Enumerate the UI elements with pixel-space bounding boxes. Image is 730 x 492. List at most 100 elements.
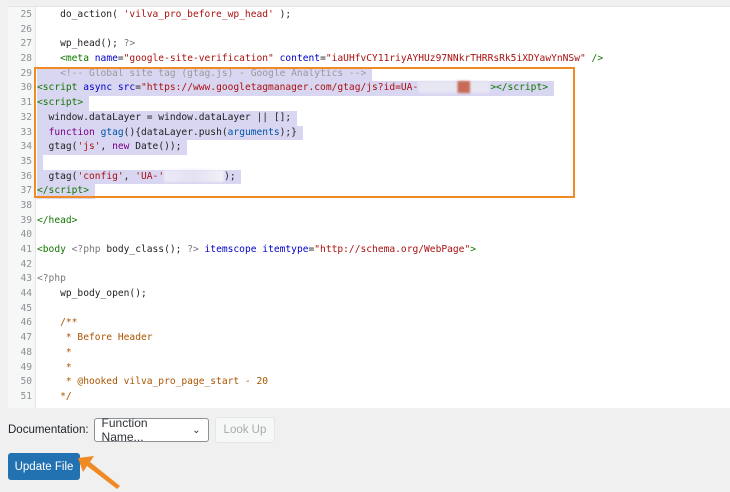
code-token: />: [585, 53, 604, 65]
line-number: 27: [20, 38, 32, 50]
update-file-button[interactable]: Update File: [8, 453, 80, 480]
code-token: /**: [37, 317, 78, 329]
code-line[interactable]: 32 window.dataLayer = window.dataLayer |…: [8, 110, 730, 126]
code-token: 'config': [77, 170, 124, 182]
code-line[interactable]: 42: [8, 258, 730, 273]
code-token: window.dataLayer = window.dataLayer || […: [37, 111, 292, 123]
code-line[interactable]: 37 </script>: [8, 184, 730, 199]
code-text: * @hooked vilva_pro_page_start - 20: [37, 375, 268, 390]
selected-code: [37, 154, 43, 170]
selected-code: window.dataLayer = window.dataLayer || […: [37, 110, 297, 126]
code-line[interactable]: 35: [8, 154, 730, 170]
code-text: do_action( 'vilva_pro_before_wp_head' );: [37, 8, 291, 23]
code-token: "iaUHfvCY11riyAYHUz97NNkrTHRRsRk5iXDYawY…: [325, 53, 586, 65]
line-number: 29: [20, 67, 32, 79]
code-line[interactable]: 39 </head>: [8, 214, 730, 229]
code-token: * @hooked vilva_pro_page_start - 20: [37, 376, 269, 388]
code-token: content: [279, 53, 321, 65]
line-number: 51: [20, 390, 32, 402]
line-number: 47: [20, 332, 32, 344]
code-token: ,: [123, 170, 136, 182]
code-token: <script>: [37, 97, 84, 109]
code-token: */: [37, 390, 72, 402]
code-text: wp_body_open();: [37, 287, 147, 302]
code-token: *: [37, 346, 72, 358]
code-text: * Before Header: [37, 331, 153, 346]
line-number: 34: [20, 141, 32, 153]
code-token: ,: [100, 141, 113, 153]
code-token: ?>: [187, 244, 199, 255]
documentation-label: Documentation:: [8, 424, 89, 436]
code-line[interactable]: 28 <meta name="google-site-verification"…: [8, 52, 730, 67]
code-line[interactable]: 25 do_action( 'vilva_pro_before_wp_head'…: [8, 8, 730, 23]
code-token: 'UA-': [135, 170, 165, 182]
code-token: </script>: [37, 185, 89, 197]
code-line[interactable]: 46 /**: [8, 316, 730, 331]
selected-code: <script>: [37, 96, 89, 111]
line-number: 39: [20, 214, 32, 226]
code-token: <body: [37, 244, 72, 255]
code-line[interactable]: 45: [8, 302, 730, 317]
code-token: wp_body_open();: [37, 288, 147, 300]
code-line[interactable]: 29 <!-- Global site tag (gtag.js) - Goog…: [8, 66, 730, 82]
code-line[interactable]: 50 * @hooked vilva_pro_page_start - 20: [8, 375, 730, 390]
code-token: itemscope itemtype: [204, 244, 309, 255]
selected-code: </script>: [37, 184, 95, 199]
code-token: ?>: [123, 38, 136, 50]
line-number: 32: [20, 111, 32, 123]
code-lines[interactable]: 25 do_action( 'vilva_pro_before_wp_head'…: [8, 8, 730, 405]
code-editor[interactable]: 25 do_action( 'vilva_pro_before_wp_head'…: [8, 6, 730, 408]
code-line[interactable]: 44 wp_body_open();: [8, 287, 730, 302]
code-token: Date());: [129, 141, 182, 153]
code-token: "google-site-verification": [123, 53, 274, 65]
line-number: 49: [20, 361, 32, 373]
code-text: */: [37, 390, 72, 405]
code-token: gtag: [100, 126, 124, 138]
line-number: 35: [20, 155, 32, 167]
code-line[interactable]: 33 function gtag(){dataLayer.push(argume…: [8, 125, 730, 141]
code-token: ></script>: [490, 82, 548, 94]
code-line[interactable]: 27 wp_head(); ?>: [8, 37, 730, 52]
selected-code: gtag('js', new Date());: [37, 140, 188, 155]
code-token: );: [273, 9, 292, 20]
code-token: "https://www.googletagmanager.com/gtag/j…: [140, 82, 419, 94]
code-line[interactable]: 31 <script>: [8, 96, 730, 111]
code-token: );: [224, 170, 236, 182]
code-text: wp_head(); ?>: [37, 37, 135, 52]
code-text: /**: [37, 316, 77, 331]
code-line[interactable]: 47 * Before Header: [8, 331, 730, 346]
code-token: );}: [279, 126, 297, 138]
code-line[interactable]: 34 gtag('js', new Date());: [8, 140, 730, 155]
line-number: 48: [20, 346, 32, 358]
annotation-arrow-icon: [78, 456, 120, 489]
code-line[interactable]: 26: [8, 23, 730, 38]
code-line[interactable]: 43 <?php: [8, 272, 730, 287]
code-line[interactable]: 51 */: [8, 390, 730, 405]
selected-code: function gtag(){dataLayer.push(arguments…: [37, 125, 303, 141]
code-line[interactable]: 49 *: [8, 361, 730, 376]
code-token: >: [470, 244, 477, 255]
function-name-select[interactable]: Function Name... ⌄: [93, 416, 209, 444]
line-number: 41: [20, 244, 32, 255]
line-number: 43: [20, 273, 32, 285]
look-up-button[interactable]: Look Up: [214, 417, 276, 443]
line-number: 40: [20, 229, 32, 241]
line-number: 38: [20, 199, 32, 211]
code-line[interactable]: 36 gtag('config', 'UA-');: [8, 169, 730, 185]
line-number: 46: [20, 317, 32, 329]
function-name-select-value: Function Name...: [101, 416, 148, 444]
code-line[interactable]: 41 <body <?php body_class(); ?> itemscope…: [8, 243, 730, 258]
code-text: <meta name="google-site-verification" co…: [37, 52, 603, 67]
code-token: <meta: [60, 53, 95, 65]
code-line[interactable]: 38: [8, 199, 730, 214]
code-line[interactable]: 30 <script async src="https://www.googlet…: [8, 81, 730, 97]
line-number: 26: [20, 23, 32, 35]
code-token: *: [37, 361, 72, 373]
code-line[interactable]: 48 *: [8, 346, 730, 361]
code-token: function: [48, 126, 95, 138]
code-line[interactable]: 40: [8, 228, 730, 243]
code-token: do_action(: [37, 9, 124, 20]
redacted-id: [164, 169, 225, 182]
code-token: gtag(: [37, 170, 78, 182]
